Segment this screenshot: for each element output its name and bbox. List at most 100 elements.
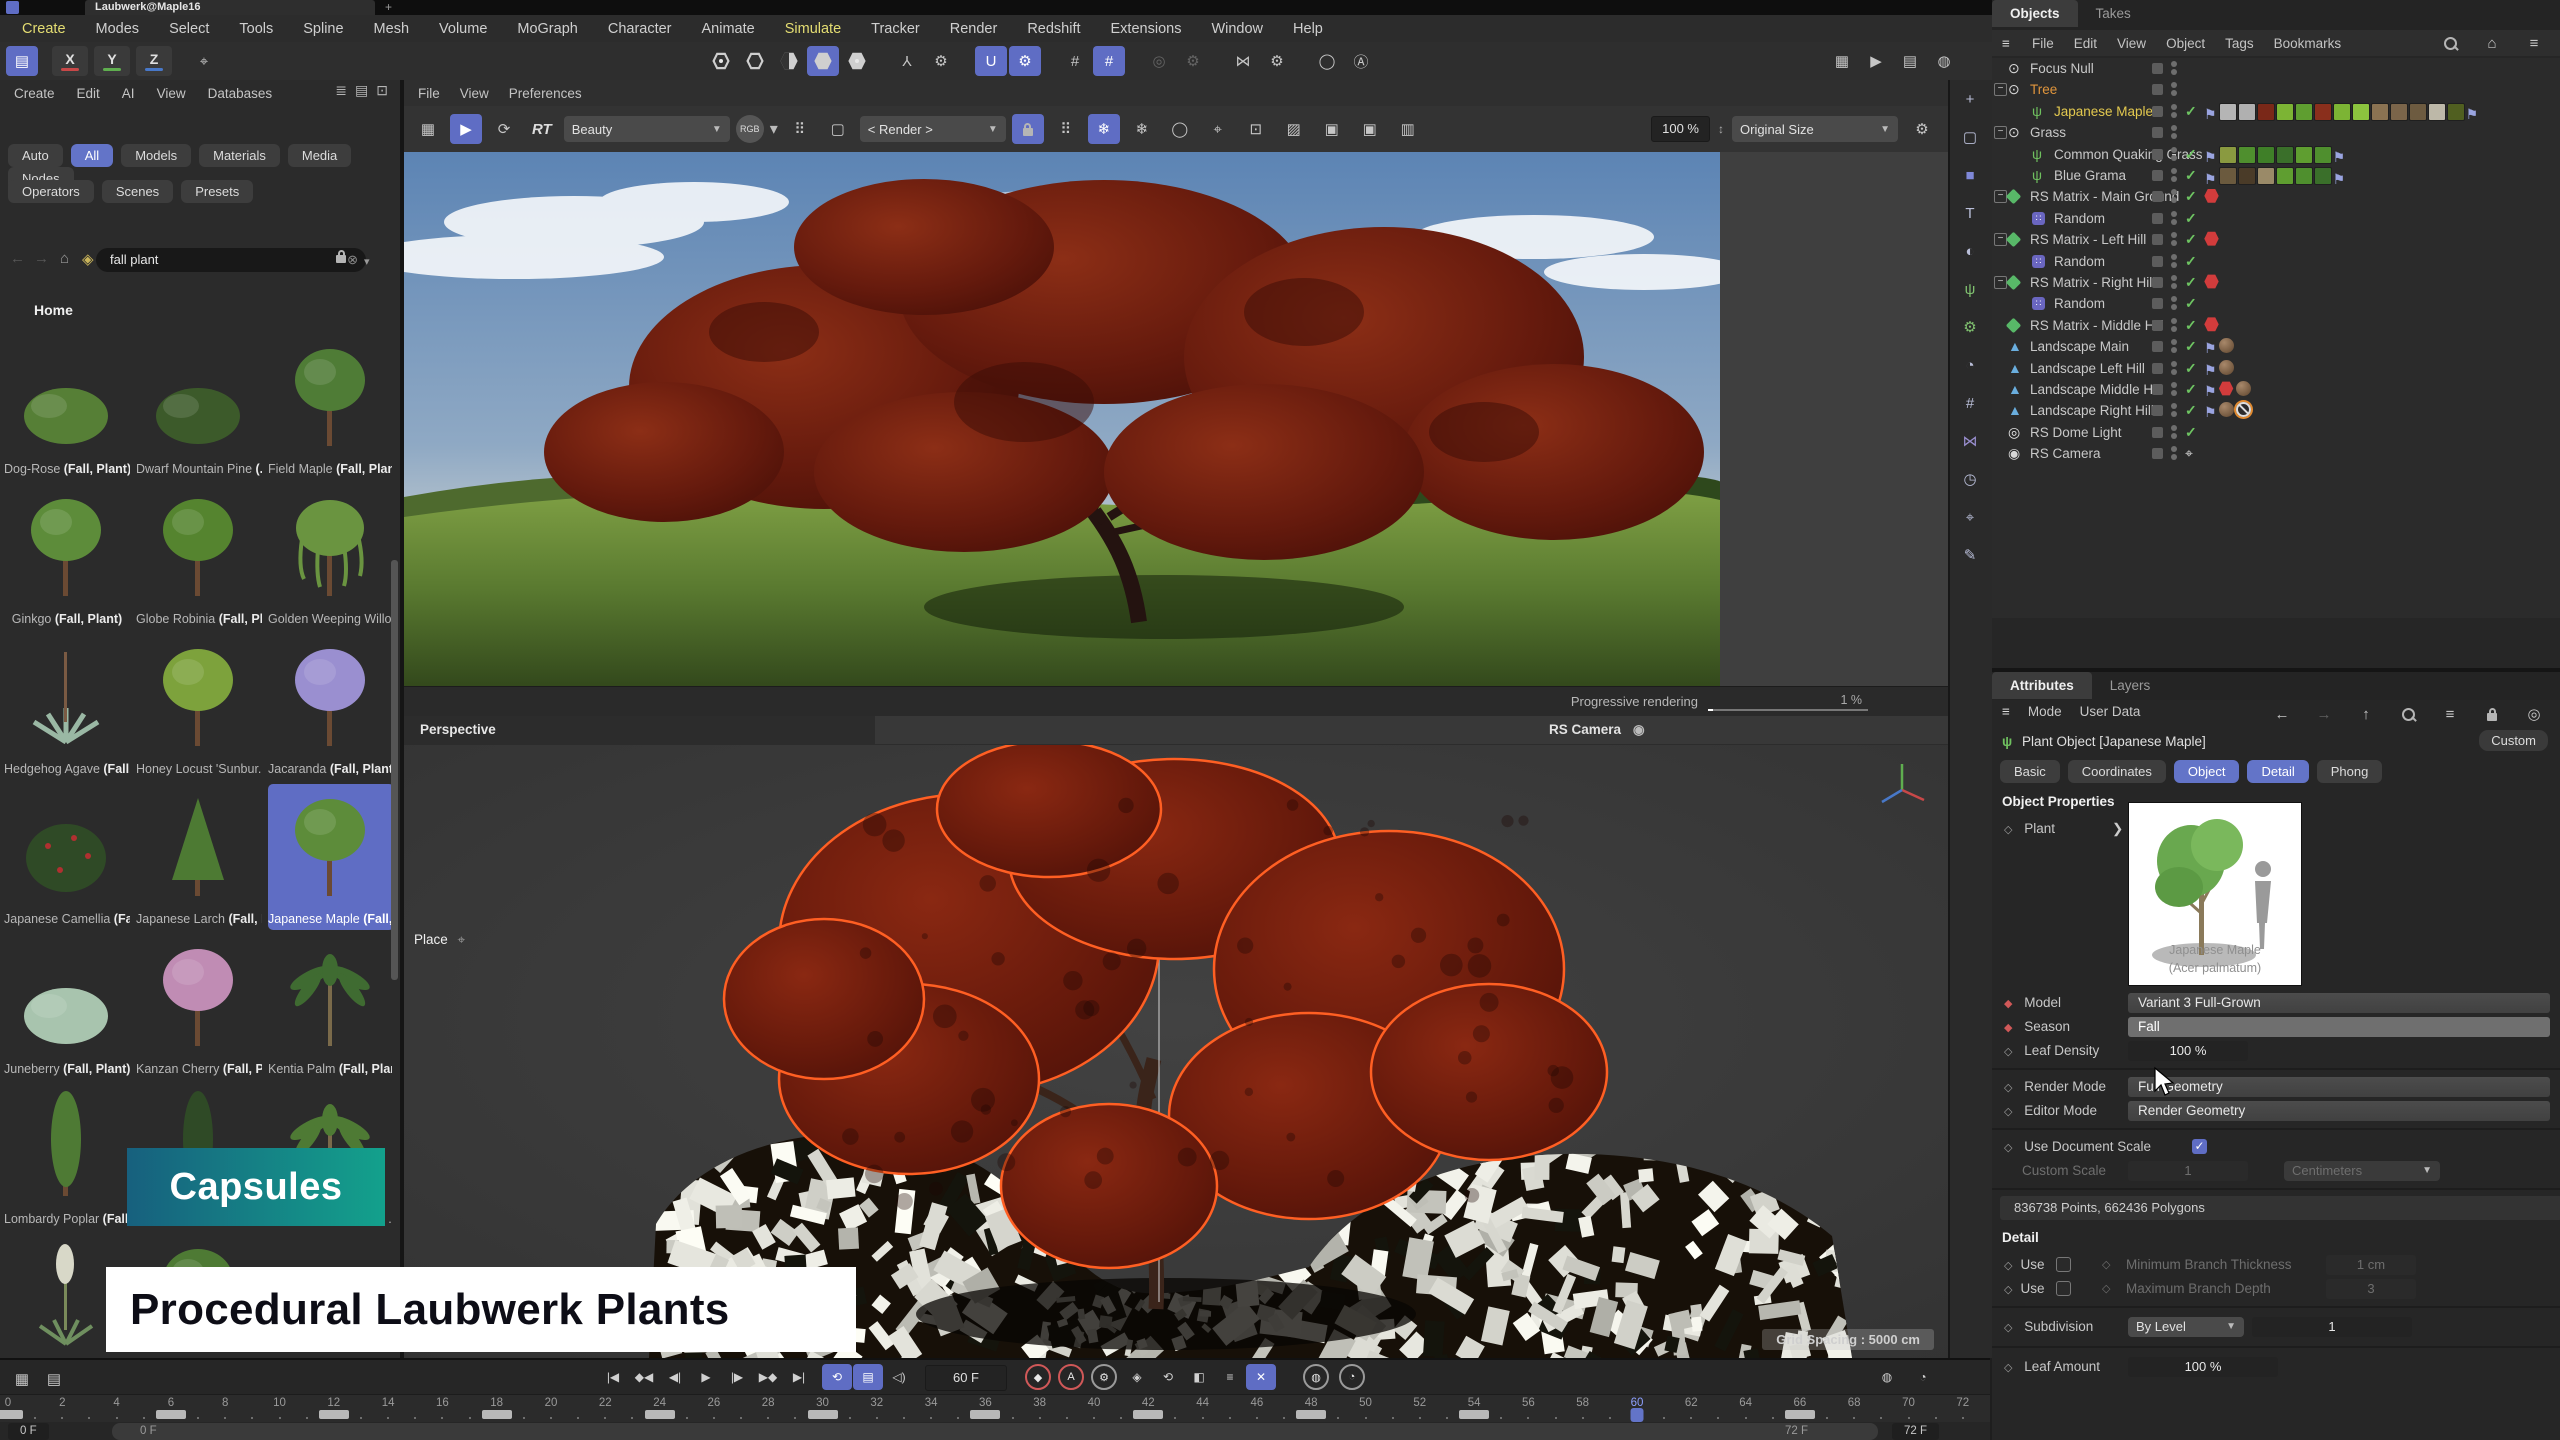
layer-swatch[interactable] bbox=[2152, 363, 2163, 374]
redshift-tag-icon[interactable] bbox=[2219, 381, 2234, 396]
visibility-dots[interactable] bbox=[2171, 254, 2177, 270]
plant-tool-icon[interactable]: ψ bbox=[1952, 273, 1988, 305]
layer-swatch[interactable] bbox=[2152, 63, 2163, 74]
material-swatch[interactable] bbox=[2314, 103, 2332, 121]
lock-icon[interactable] bbox=[336, 250, 346, 267]
target-settings-icon[interactable]: ⚙ bbox=[1177, 46, 1209, 76]
menu-mesh[interactable]: Mesh bbox=[374, 21, 409, 37]
expand-toggle[interactable]: − bbox=[1994, 126, 2007, 139]
object-row-japanese-maple[interactable]: ψJapanese Maple✓⚑⚑ bbox=[1992, 101, 2560, 122]
visibility-dots[interactable] bbox=[2171, 318, 2177, 334]
image-icon[interactable]: ▣ bbox=[1316, 114, 1348, 144]
grid-tool-icon[interactable]: # bbox=[1952, 387, 1988, 419]
render-settings-icon[interactable]: ▤ bbox=[1894, 46, 1926, 76]
renderview-menu-preferences[interactable]: Preferences bbox=[509, 86, 582, 101]
layer-swatch[interactable] bbox=[2152, 170, 2163, 181]
grid-lock-icon[interactable]: # bbox=[1093, 46, 1125, 76]
season-dropdown[interactable]: Fall bbox=[2128, 1017, 2550, 1037]
asset-tile-dwarf-mountain-pine[interactable]: Dwarf Mountain Pine (... bbox=[136, 334, 262, 480]
axis-lock-z[interactable]: Z bbox=[136, 46, 172, 76]
layer-swatch[interactable] bbox=[2152, 427, 2163, 438]
material-swatch[interactable] bbox=[2238, 167, 2256, 185]
key-rotation-button[interactable]: ⟲ bbox=[1153, 1364, 1183, 1390]
size-dropdown[interactable]: Original Size▼ bbox=[1732, 116, 1898, 142]
key-parameter-button[interactable]: ≡ bbox=[1215, 1364, 1245, 1390]
new-tab-button[interactable]: + bbox=[385, 0, 392, 15]
layer-swatch[interactable] bbox=[2152, 256, 2163, 267]
material-swatch[interactable] bbox=[2219, 167, 2237, 185]
visibility-dots[interactable] bbox=[2171, 61, 2177, 77]
axis-tool-icon[interactable]: ⌖ bbox=[188, 46, 220, 76]
gear-tool-icon[interactable]: ⚙ bbox=[1952, 311, 1988, 343]
perspective-label[interactable]: Perspective bbox=[404, 716, 875, 744]
keyframe-marker-42[interactable] bbox=[1133, 1410, 1163, 1419]
layer-swatch[interactable] bbox=[2152, 277, 2163, 288]
asset-scrollbar[interactable] bbox=[391, 560, 398, 980]
phong-tag-icon[interactable]: ⚑ bbox=[2466, 104, 2479, 119]
target-icon[interactable]: ◎ bbox=[1143, 46, 1175, 76]
redshift-tag-icon[interactable] bbox=[2204, 317, 2219, 332]
material-swatch[interactable] bbox=[2390, 103, 2408, 121]
zoom-stepper[interactable]: ↕ bbox=[1718, 122, 1724, 136]
object-row-rs-matrix-middle-hill[interactable]: RS Matrix - Middle Hill✓ bbox=[1992, 315, 2560, 336]
objects-menu-view[interactable]: View bbox=[2117, 36, 2146, 51]
enabled-check-icon[interactable]: ✓ bbox=[2185, 165, 2197, 186]
material-swatch[interactable] bbox=[2428, 103, 2446, 121]
keyframe-marker-18[interactable] bbox=[482, 1410, 512, 1419]
grid-icon[interactable]: # bbox=[1059, 46, 1091, 76]
menu-select[interactable]: Select bbox=[169, 21, 209, 37]
phong-tag-icon[interactable]: ⚑ bbox=[2204, 169, 2217, 184]
lock-icon[interactable] bbox=[1012, 114, 1044, 144]
render-toggle-b-icon[interactable]: ◔ bbox=[1908, 1364, 1938, 1390]
audio-button[interactable]: ◁) bbox=[884, 1364, 914, 1390]
mirror-icon[interactable]: ⋈ bbox=[1227, 46, 1259, 76]
enabled-check-icon[interactable]: ✓ bbox=[2185, 272, 2197, 293]
range-slider[interactable]: 0 F 72 F bbox=[112, 1423, 1878, 1440]
assets-menu-view[interactable]: View bbox=[157, 86, 186, 101]
enabled-check-icon[interactable]: ✓ bbox=[2185, 251, 2197, 272]
enabled-check-icon[interactable]: ✓ bbox=[2185, 144, 2197, 165]
magnet-settings-icon[interactable]: ⚙ bbox=[1009, 46, 1041, 76]
search-icon[interactable] bbox=[2392, 704, 2424, 724]
keyframe-marker-66[interactable] bbox=[1785, 1410, 1815, 1419]
render-toggle-a-icon[interactable]: ◍ bbox=[1872, 1364, 1902, 1390]
keyframe-marker-36[interactable] bbox=[970, 1410, 1000, 1419]
render-target-dropdown[interactable]: < Render >▼ bbox=[860, 116, 1006, 142]
undo-panel-icon[interactable]: ▤ bbox=[6, 46, 38, 76]
visibility-dots[interactable] bbox=[2171, 211, 2177, 227]
phong-tag-icon[interactable]: ⚑ bbox=[2204, 104, 2217, 119]
axis-lock-y[interactable]: Y bbox=[94, 46, 130, 76]
plant-thumbnail[interactable]: Japanese Maple (Acer palmatum) bbox=[2128, 802, 2302, 986]
keyframe-marker-54[interactable] bbox=[1459, 1410, 1489, 1419]
material-swatch[interactable] bbox=[2295, 103, 2313, 121]
range-end-field[interactable]: 72 F bbox=[1892, 1423, 1939, 1440]
section-tab-phong[interactable]: Phong bbox=[2317, 760, 2383, 783]
filter-icon[interactable]: ≡ bbox=[2434, 704, 2466, 724]
layer-swatch[interactable] bbox=[2152, 448, 2163, 459]
layout-tab[interactable]: Laubwerk@Maple16 bbox=[85, 0, 375, 15]
objects-menu-object[interactable]: Object bbox=[2166, 36, 2205, 51]
attributes-hamburger-icon[interactable]: ≡ bbox=[2002, 704, 2010, 719]
asset-tile-hedgehog-agave[interactable]: Hedgehog Agave (Fall... bbox=[4, 634, 130, 780]
layer-swatch[interactable] bbox=[2152, 149, 2163, 160]
leaf-amount-field[interactable]: 100 % bbox=[2128, 1357, 2278, 1377]
nav-forward-icon[interactable]: → bbox=[34, 250, 49, 267]
protractor-tool-icon[interactable]: ◔ bbox=[1952, 349, 1988, 381]
asset-tile-juneberry[interactable]: Juneberry (Fall, Plant) bbox=[4, 934, 130, 1080]
object-row-rs-matrix-right-hill[interactable]: −RS Matrix - Right Hill✓ bbox=[1992, 272, 2560, 293]
material-swatch[interactable] bbox=[2333, 103, 2351, 121]
joint-tool-icon[interactable]: Y bbox=[891, 46, 923, 76]
assets-menu-edit[interactable]: Edit bbox=[77, 86, 100, 101]
section-tab-coordinates[interactable]: Coordinates bbox=[2068, 760, 2166, 783]
search-input[interactable]: fall plant ⊗ bbox=[96, 248, 366, 272]
object-row-tree[interactable]: −⊙Tree bbox=[1992, 79, 2560, 100]
enabled-check-icon[interactable]: ✓ bbox=[2185, 315, 2197, 336]
tl-grid-icon[interactable]: ▦ bbox=[6, 1364, 38, 1394]
material-tag-icon[interactable] bbox=[2236, 381, 2251, 396]
visibility-dots[interactable] bbox=[2171, 382, 2177, 398]
asset-tile-kentia-palm[interactable]: Kentia Palm (Fall, Plant) bbox=[268, 934, 392, 1080]
phong-tag-icon[interactable]: ⚑ bbox=[2204, 360, 2217, 375]
current-frame-field[interactable]: 60 F bbox=[925, 1365, 1007, 1391]
menu-help[interactable]: Help bbox=[1293, 21, 1323, 37]
render-settings-gear-icon[interactable]: ⚙ bbox=[1906, 114, 1938, 144]
